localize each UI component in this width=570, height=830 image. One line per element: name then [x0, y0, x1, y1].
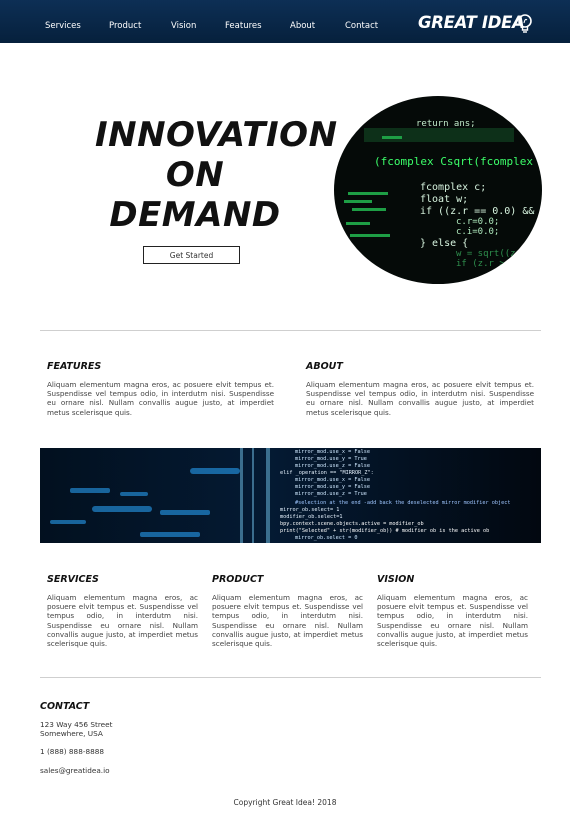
hero-code-line: (fcomplex Csqrt(fcomplex z) — [374, 155, 542, 168]
hero-title: INNOVATION ON DEMAND — [95, 115, 338, 235]
lightbulb-icon — [518, 14, 532, 33]
banner-code-line: mirror_mod.use_x = False — [295, 449, 370, 455]
nav-link-contact[interactable]: Contact — [345, 21, 378, 31]
code-banner-graphic: mirror_mod.use_x = False mirror_mod.use_… — [40, 448, 541, 543]
section-divider — [40, 330, 541, 331]
about-heading: ABOUT — [306, 361, 343, 372]
hero-code-line: fcomplex c; — [420, 182, 486, 193]
banner-code-line: mirror_mod.use_z = False — [295, 463, 370, 469]
banner-code-line: #selection at the end -add back the dese… — [295, 500, 511, 506]
banner-code-line: print("Selected" + str(modifier_ob)) # m… — [280, 528, 489, 534]
hero-title-line: DEMAND — [109, 195, 281, 235]
nav-link-product[interactable]: Product — [109, 21, 141, 31]
top-navbar: Services Product Vision Features About C… — [0, 0, 570, 43]
nav-link-features[interactable]: Features — [225, 21, 262, 31]
hero-title-line: ON — [165, 155, 225, 195]
hero-code-line: if ((z.r == 0.0) && (z.i == 0.0) — [420, 206, 542, 217]
product-heading: PRODUCT — [212, 574, 264, 585]
contact-heading: CONTACT — [40, 701, 90, 712]
banner-code-line: mirror_mod.use_y = True — [295, 456, 367, 462]
banner-code-line: mirror_ob.select= 1 — [280, 507, 339, 513]
hero-code-line: c.r=0.0; — [456, 217, 499, 227]
nav-link-vision[interactable]: Vision — [171, 21, 196, 31]
banner-code-line: mirror_mod.use_y = False — [295, 484, 370, 490]
contact-phone[interactable]: 1 (888) 888-8888 — [40, 747, 104, 757]
vision-heading: VISION — [377, 574, 415, 585]
section-divider — [40, 677, 541, 678]
features-heading: FEATURES — [47, 361, 102, 372]
code-banner-image: mirror_mod.use_x = False mirror_mod.use_… — [40, 448, 541, 543]
vision-text: Aliquam elementum magna eros, ac posuere… — [377, 593, 528, 649]
banner-code-line: mirror_mod.use_x = False — [295, 477, 370, 483]
hero-code-line: if (z.r >= 0.0) — [456, 259, 537, 269]
features-text: Aliquam elementum magna eros, ac posuere… — [47, 380, 274, 417]
services-text: Aliquam elementum magna eros, ac posuere… — [47, 593, 198, 649]
banner-code-line: modifier_ob.select=1 — [280, 514, 342, 520]
nav-link-about[interactable]: About — [290, 21, 315, 31]
code-screen-graphic: return ans; (fcomplex Csqrt(fcomplex z) … — [334, 96, 542, 284]
contact-email[interactable]: sales@greatidea.io — [40, 766, 110, 776]
hero-code-image: return ans; (fcomplex Csqrt(fcomplex z) … — [334, 96, 542, 284]
banner-code-line: mirror_mod.use_z = True — [295, 491, 367, 497]
services-heading: SERVICES — [47, 574, 99, 585]
banner-code-line: elif _operation == "MIRROR_Z": — [280, 470, 374, 476]
hero-title-line: INNOVATION — [95, 115, 338, 155]
hero-code-line: float w; — [420, 194, 468, 205]
banner-code-line: bpy.context.scene.objects.active = modif… — [280, 521, 424, 527]
hero-code-line: return ans; — [416, 119, 476, 129]
banner-code-line: mirror_ob.select = 0 — [295, 535, 357, 541]
hero-code-line: c.i=0.0; — [456, 227, 499, 237]
nav-link-services[interactable]: Services — [45, 21, 81, 31]
about-text: Aliquam elementum magna eros, ac posuere… — [306, 380, 534, 417]
copyright-text: Copyright Great Idea! 2018 — [233, 798, 337, 807]
logo[interactable]: GREAT IDEA — [418, 13, 525, 32]
hero-code-line: w = sqrt((z.r — [456, 249, 527, 259]
contact-address-line2: Somewhere, USA — [40, 729, 103, 738]
get-started-button[interactable]: Get Started — [143, 246, 240, 264]
hero-code-line: } else { — [420, 238, 468, 249]
product-text: Aliquam elementum magna eros, ac posuere… — [212, 593, 363, 649]
